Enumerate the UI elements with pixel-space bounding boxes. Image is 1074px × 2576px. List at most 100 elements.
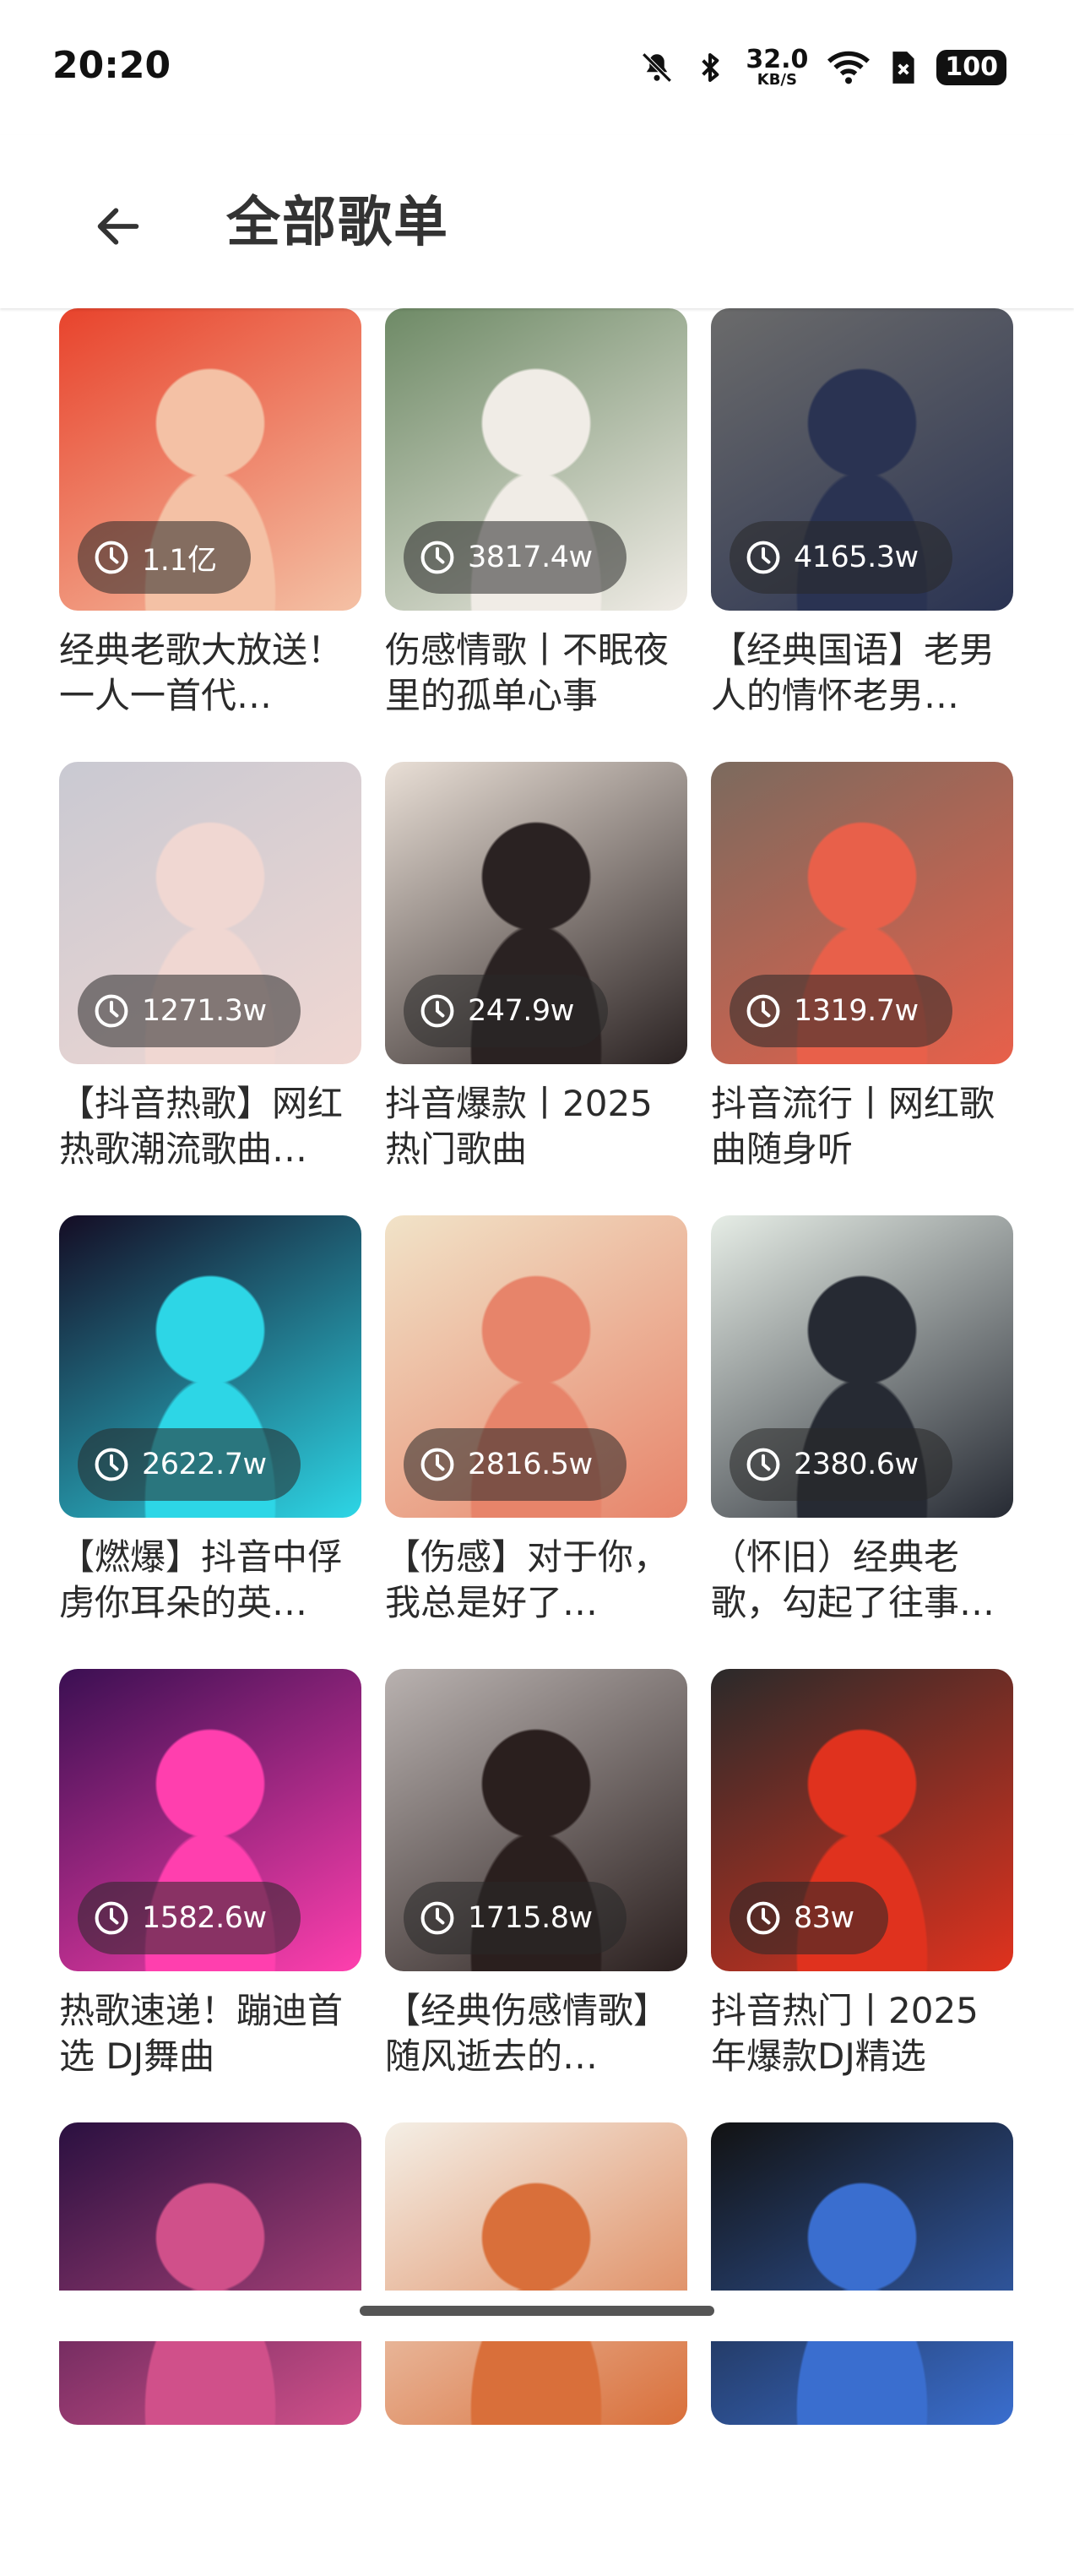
play-count-badge: 247.9w [404, 975, 608, 1047]
playlist-title: 经典老歌大放送！一人一首代… [59, 629, 344, 716]
playlist-title: 抖音热门丨2025年爆款DJ精选 [711, 1990, 979, 2077]
play-count-badge: 1271.3w [78, 975, 301, 1047]
play-count-badge: 4165.3w [730, 521, 952, 594]
back-button[interactable] [74, 182, 162, 270]
playlist-cover[interactable]: 1.1亿 [59, 308, 361, 611]
clock-icon [420, 541, 454, 574]
clock-icon [95, 541, 128, 574]
status-time: 20:20 [52, 44, 171, 87]
clock-icon [420, 1901, 454, 1935]
play-count: 3817.4w [468, 541, 593, 574]
clock-icon [420, 994, 454, 1028]
playlist-title: 伤感情歌丨不眠夜里的孤单心事 [385, 629, 670, 716]
page-title: 全部歌单 [226, 192, 449, 254]
play-count: 2380.6w [794, 1448, 919, 1481]
playlist-cover[interactable]: 2622.7w [59, 1215, 361, 1518]
playlist-card[interactable]: 83w 抖音热门丨2025年爆款DJ精选 [711, 1669, 1013, 2122]
play-count: 4165.3w [794, 541, 919, 574]
playlist-card[interactable]: 1.1亿 经典老歌大放送！一人一首代… [59, 308, 361, 762]
play-count-badge: 1319.7w [730, 975, 952, 1047]
bottom-cover [0, 2291, 1074, 2341]
bluetooth-icon [702, 53, 719, 82]
clock-icon [95, 1448, 128, 1481]
playlist-cover[interactable]: 1715.8w [385, 1669, 687, 1971]
playlist-title: 【经典国语】老男人的情怀老男… [711, 629, 995, 716]
play-count-badge: 3817.4w [404, 521, 626, 594]
battery-icon: 100 [936, 50, 1006, 85]
play-count: 83w [794, 1901, 854, 1935]
playlist-title: 【伤感】对于你，我总是好了… [385, 1536, 670, 1623]
playlist-title: 抖音流行丨网红歌曲随身听 [711, 1083, 995, 1170]
clock-icon [746, 541, 780, 574]
play-count-badge: 2380.6w [730, 1428, 952, 1501]
playlist-cover[interactable]: 2380.6w [711, 1215, 1013, 1518]
bell-muted-icon [642, 52, 672, 83]
playlist-card[interactable]: 1319.7w 抖音流行丨网红歌曲随身听 [711, 762, 1013, 1215]
gesture-nav-handle[interactable] [360, 2306, 714, 2316]
play-count: 1271.3w [142, 994, 267, 1028]
playlist-card[interactable] [59, 2122, 361, 2576]
playlist-cover[interactable]: 1582.6w [59, 1669, 361, 1971]
playlist-cover[interactable]: 4165.3w [711, 308, 1013, 611]
playlist-card[interactable]: 1715.8w 【经典伤感情歌】随风逝去的… [385, 1669, 687, 2122]
playlist-card[interactable]: 2622.7w 【燃爆】抖音中俘虏你耳朵的英… [59, 1215, 361, 1669]
cover-image [385, 2122, 687, 2425]
app-bar: 全部歌单 [0, 135, 1074, 308]
playlist-title: 【燃爆】抖音中俘虏你耳朵的英… [59, 1536, 344, 1623]
play-count-badge: 83w [730, 1882, 888, 1954]
playlist-cover[interactable]: 1319.7w [711, 762, 1013, 1064]
play-count-badge: 2816.5w [404, 1428, 626, 1501]
play-count-badge: 1582.6w [78, 1882, 301, 1954]
playlist-cover[interactable]: 3817.4w [385, 308, 687, 611]
playlist-title: 【经典伤感情歌】随风逝去的… [385, 1990, 670, 2077]
playlist-card[interactable] [385, 2122, 687, 2576]
playlist-card[interactable] [711, 2122, 1013, 2576]
sim-x-icon [892, 52, 914, 84]
playlist-card[interactable]: 1271.3w 【抖音热歌】网红热歌潮流歌曲… [59, 762, 361, 1215]
playlist-cover[interactable] [711, 2122, 1013, 2425]
play-count-badge: 2622.7w [78, 1428, 301, 1501]
playlist-grid: 1.1亿 经典老歌大放送！一人一首代… 3817.4w 伤感情歌丨不眠夜里的孤单… [59, 308, 1015, 2576]
playlist-title [711, 2442, 1013, 2533]
playlist-title: 热歌速递！蹦迪首选 DJ舞曲 [59, 1990, 344, 2077]
playlist-cover[interactable]: 2816.5w [385, 1215, 687, 1518]
play-count: 1.1亿 [142, 543, 217, 578]
clock-icon [746, 1901, 780, 1935]
net-speed-value: 32.0 [746, 45, 809, 74]
clock-icon [95, 994, 128, 1028]
arrow-left-icon [97, 208, 139, 245]
playlist-card[interactable]: 1582.6w 热歌速递！蹦迪首选 DJ舞曲 [59, 1669, 361, 2122]
playlist-cover[interactable]: 247.9w [385, 762, 687, 1064]
playlist-cover[interactable]: 1271.3w [59, 762, 361, 1064]
playlist-title: 抖音爆款丨2025热门歌曲 [385, 1083, 653, 1170]
clock-icon [420, 1448, 454, 1481]
wifi-icon [827, 51, 871, 84]
play-count-badge: 1715.8w [404, 1882, 626, 1954]
playlist-card[interactable]: 4165.3w 【经典国语】老男人的情怀老男… [711, 308, 1013, 762]
playlist-title: 【抖音热歌】网红热歌潮流歌曲… [59, 1083, 344, 1170]
cover-image [59, 2122, 361, 2425]
playlist-card[interactable]: 3817.4w 伤感情歌丨不眠夜里的孤单心事 [385, 308, 687, 762]
playlist-card[interactable]: 2816.5w 【伤感】对于你，我总是好了… [385, 1215, 687, 1669]
clock-icon [95, 1901, 128, 1935]
cover-image [711, 2122, 1013, 2425]
play-count: 1715.8w [468, 1901, 593, 1935]
play-count-badge: 1.1亿 [78, 521, 251, 594]
playlist-cover[interactable] [385, 2122, 687, 2425]
playlist-card[interactable]: 247.9w 抖音爆款丨2025热门歌曲 [385, 762, 687, 1215]
play-count: 247.9w [468, 994, 574, 1028]
net-speed: 32.0 KB/S [746, 47, 808, 88]
playlist-title [385, 2442, 687, 2533]
play-count: 2622.7w [142, 1448, 267, 1481]
net-speed-unit: KB/S [757, 71, 797, 89]
status-bar: 20:20 32.0 KB/S 100 [0, 0, 1074, 135]
playlist-title: （怀旧）经典老歌，勾起了往事… [711, 1536, 995, 1623]
playlist-card[interactable]: 2380.6w （怀旧）经典老歌，勾起了往事… [711, 1215, 1013, 1669]
playlist-cover[interactable] [59, 2122, 361, 2425]
playlist-title [59, 2442, 361, 2533]
clock-icon [746, 1448, 780, 1481]
clock-icon [746, 994, 780, 1028]
playlist-cover[interactable]: 83w [711, 1669, 1013, 1971]
status-icons: 32.0 KB/S 100 [639, 42, 1006, 93]
play-count: 1582.6w [142, 1901, 267, 1935]
